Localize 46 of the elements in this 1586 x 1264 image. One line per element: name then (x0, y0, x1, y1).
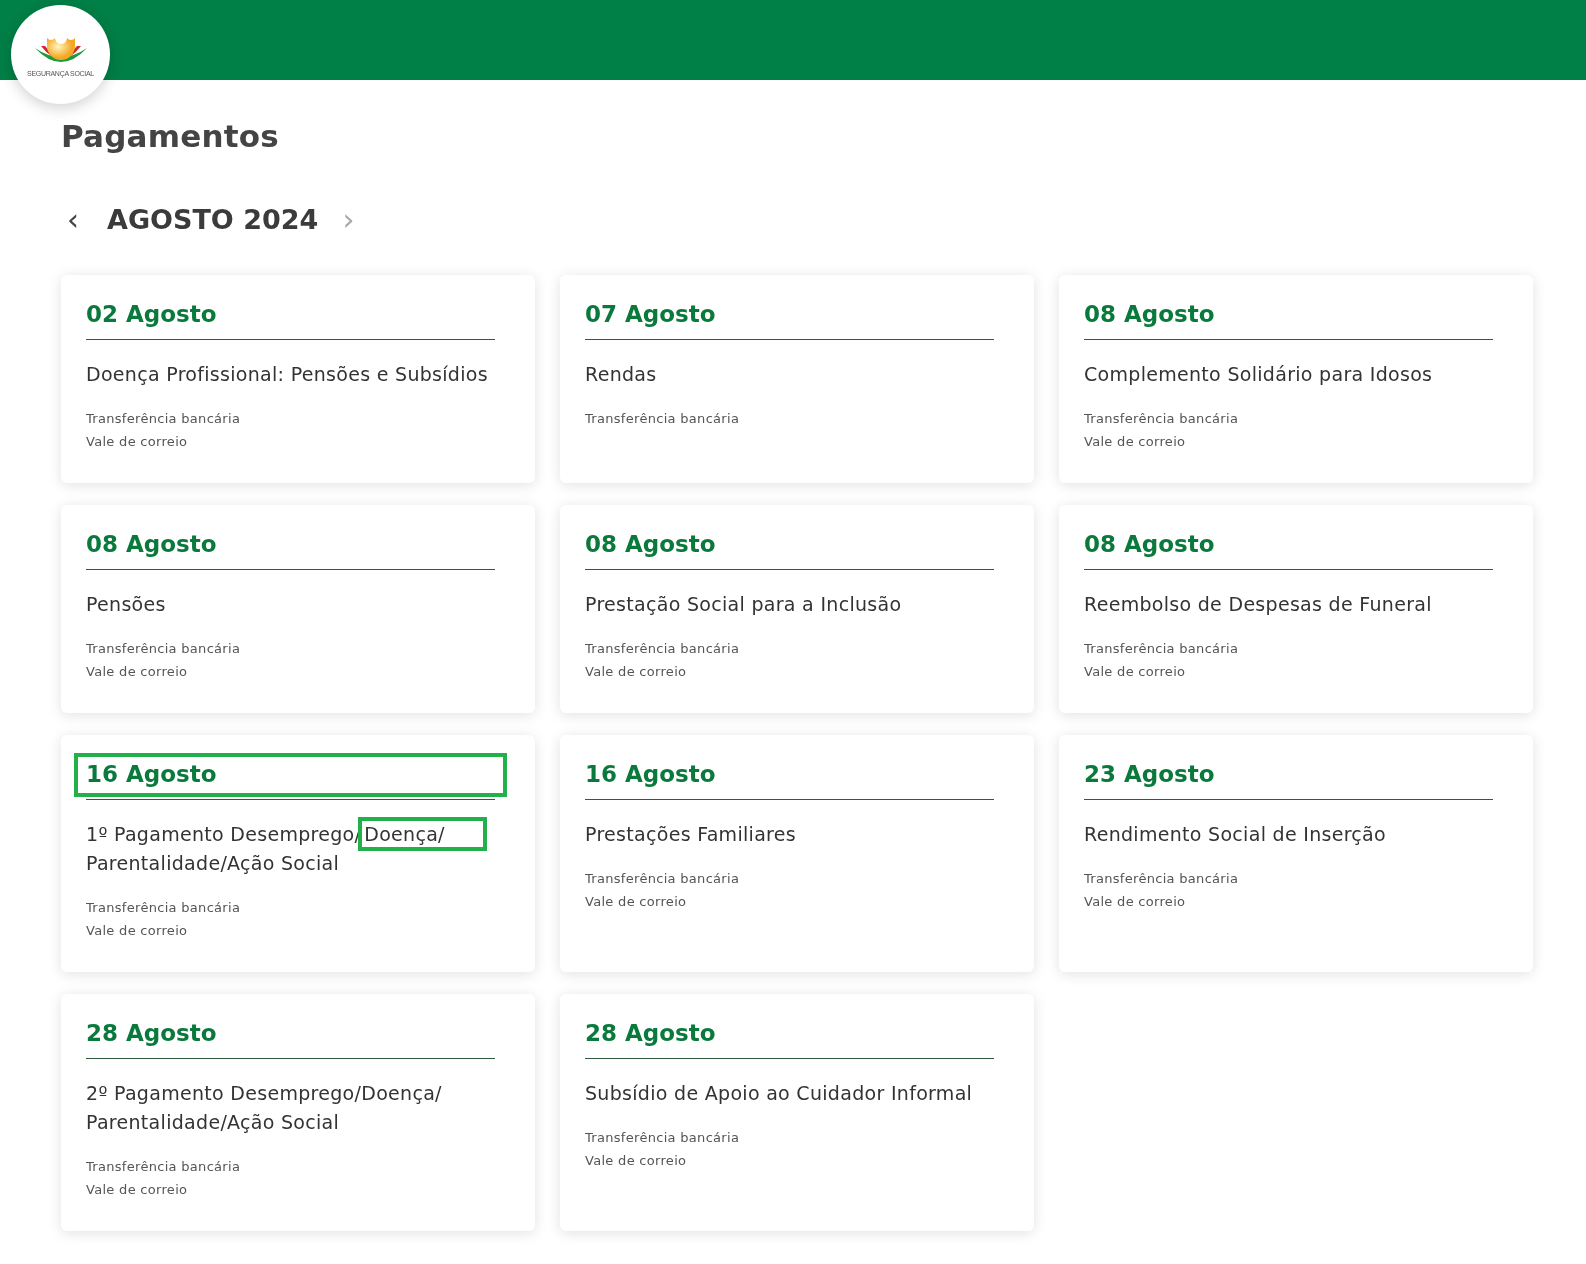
payment-method: Transferência bancária (86, 899, 242, 917)
benefit-title: Pensões (86, 592, 167, 617)
payment-method: Transferência bancária (1084, 410, 1240, 428)
benefit-title: 2º Pagamento Desemprego/Doença/ Parentalidade/Ação Social (86, 1081, 443, 1135)
payment-date: 02 Agosto (85, 300, 218, 329)
payment-date: 08 Agosto (1083, 530, 1216, 559)
payment-method: Transferência bancária (86, 410, 242, 428)
payment-date: 28 Agosto (584, 1019, 717, 1048)
payment-method: Vale de correio (86, 663, 189, 681)
payment-method: Transferência bancária (585, 640, 741, 658)
month-label: AGOSTO 2024 (107, 204, 319, 235)
payment-method: Vale de correio (1084, 433, 1187, 451)
benefit-title: Complemento Solidário para Idosos (1084, 362, 1434, 387)
payment-method: Transferência bancária (585, 410, 741, 428)
payment-method: Vale de correio (86, 433, 189, 451)
payment-date: 28 Agosto (85, 1019, 218, 1048)
benefit-title: Subsídio de Apoio ao Cuidador Informal (585, 1081, 974, 1106)
payment-method: Transferência bancária (1084, 870, 1240, 888)
previous-month-button[interactable]: ‹ (61, 204, 85, 235)
payment-date: 08 Agosto (85, 530, 218, 559)
payment-method: Vale de correio (585, 663, 688, 681)
payment-method: Vale de correio (1084, 663, 1187, 681)
benefit-title: Prestações Familiares (585, 822, 797, 847)
benefit-title: 1º Pagamento Desemprego/Doença/ Parentalidade/Ação Social (86, 820, 495, 878)
payment-date: 16 Agosto (584, 760, 717, 789)
payment-method: Vale de correio (1084, 893, 1187, 911)
payment-date: 08 Agosto (1083, 300, 1216, 329)
payment-method: Vale de correio (86, 1181, 189, 1199)
payment-date: 23 Agosto (1083, 760, 1216, 789)
payment-method: Vale de correio (585, 893, 688, 911)
payment-method: Transferência bancária (86, 640, 242, 658)
benefit-title: Prestação Social para a Inclusão (585, 592, 903, 617)
benefit-title: Reembolso de Despesas de Funeral (1084, 592, 1433, 617)
benefit-title: Rendimento Social de Inserção (1084, 822, 1387, 847)
page-title: Pagamentos (61, 118, 280, 154)
benefit-title: Rendas (585, 362, 658, 387)
payment-method: Transferência bancária (585, 870, 741, 888)
payment-method: Transferência bancária (86, 1158, 242, 1176)
payment-date: 07 Agosto (584, 300, 717, 329)
payment-method: Vale de correio (86, 922, 189, 940)
payment-date: 16 Agosto (74, 753, 507, 797)
payment-method: Vale de correio (585, 1152, 688, 1170)
payment-method: Transferência bancária (585, 1129, 741, 1147)
payment-date: 08 Agosto (584, 530, 717, 559)
payment-method: Transferência bancária (1084, 640, 1240, 658)
benefit-title: Doença Profissional: Pensões e Subsídios (86, 362, 489, 387)
